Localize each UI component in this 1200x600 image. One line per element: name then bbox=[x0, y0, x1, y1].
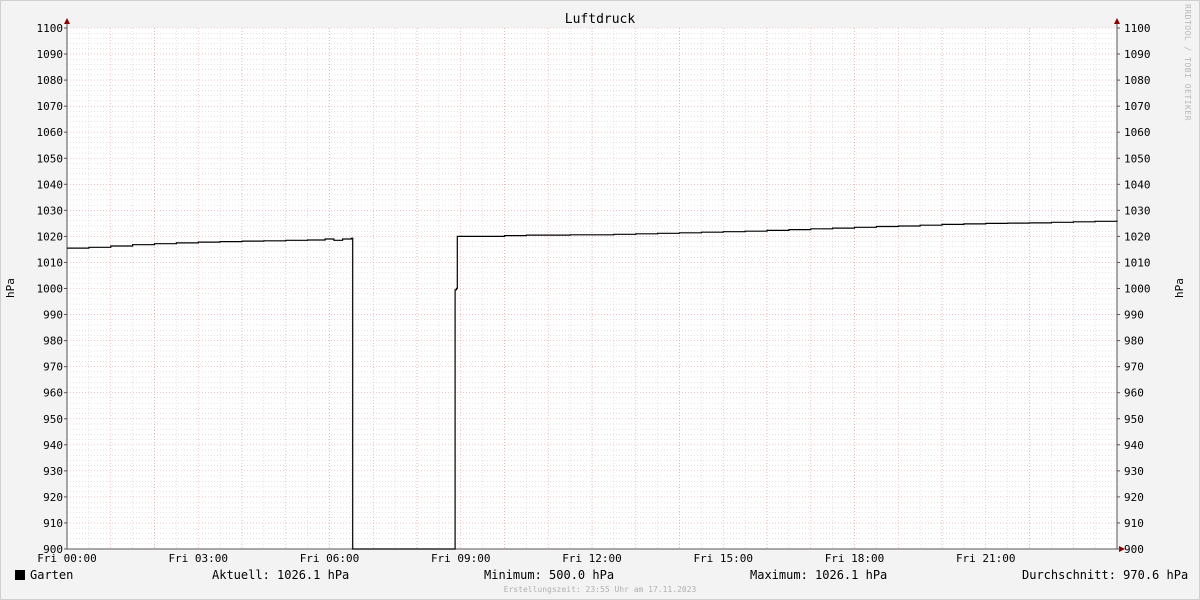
y-tick-label-left: 1000 bbox=[37, 283, 64, 296]
y-tick-label-right: 1090 bbox=[1124, 48, 1151, 61]
x-tick-label: Fri 09:00 bbox=[431, 552, 491, 565]
y-tick-label-right: 1100 bbox=[1124, 22, 1151, 35]
y-tick-label-right: 970 bbox=[1124, 361, 1144, 374]
y-tick-label-right: 940 bbox=[1124, 439, 1144, 452]
y-tick-label-left: 960 bbox=[43, 387, 63, 400]
y-tick-label-left: 930 bbox=[43, 465, 63, 478]
y-tick-label-right: 1060 bbox=[1124, 126, 1151, 139]
rrdtool-watermark: RRDTOOL / TOBI OETIKER bbox=[1183, 4, 1192, 121]
x-tick-label: Fri 06:00 bbox=[300, 552, 360, 565]
y-tick-label-right: 1050 bbox=[1124, 152, 1151, 165]
y-tick-label-right: 930 bbox=[1124, 465, 1144, 478]
y-tick-label-left: 1050 bbox=[37, 152, 64, 165]
creation-time-footer: Erstellungszeit: 23:55 Uhr am 17.11.2023 bbox=[503, 585, 697, 594]
y-tick-label-left: 1100 bbox=[37, 22, 64, 35]
y-tick-label-left: 1080 bbox=[37, 74, 64, 87]
x-tick-label: Fri 00:00 bbox=[37, 552, 97, 565]
y-tick-label-left: 910 bbox=[43, 517, 63, 530]
chart-title: Luftdruck bbox=[565, 12, 636, 27]
y-tick-label-right: 1020 bbox=[1124, 230, 1151, 243]
y-tick-label-right: 950 bbox=[1124, 413, 1144, 426]
y-tick-label-left: 1030 bbox=[37, 204, 64, 217]
legend-current: Aktuell: 1026.1 hPa bbox=[212, 568, 350, 582]
y-axis-label-right: hPa bbox=[1173, 278, 1186, 298]
legend-swatch-garten bbox=[15, 570, 25, 580]
y-tick-label-left: 1060 bbox=[37, 126, 64, 139]
y-tick-label-right: 910 bbox=[1124, 517, 1144, 530]
y-tick-label-left: 920 bbox=[43, 491, 63, 504]
y-tick-label-left: 950 bbox=[43, 413, 63, 426]
x-tick-label: Fri 12:00 bbox=[562, 552, 622, 565]
legend-average: Durchschnitt: 970.6 hPa bbox=[1022, 568, 1189, 582]
y-tick-label-right: 960 bbox=[1124, 387, 1144, 400]
y-tick-label-left: 1070 bbox=[37, 100, 64, 113]
y-tick-label-left: 1010 bbox=[37, 256, 64, 269]
pressure-chart: 900 900910 910920 920930 930940 940950 950960 9… bbox=[4, 12, 1186, 565]
x-tick-label: Fri 21:00 bbox=[956, 552, 1016, 565]
y-tick-label-right: 1000 bbox=[1124, 283, 1151, 296]
legend-maximum: Maximum: 1026.1 hPa bbox=[750, 568, 888, 582]
y-tick-label-left: 940 bbox=[43, 439, 63, 452]
y-axis-arrow-right bbox=[1114, 18, 1120, 24]
legend-minimum: Minimum: 500.0 hPa bbox=[484, 568, 615, 582]
x-tick-label: Fri 15:00 bbox=[693, 552, 753, 565]
y-tick-label-right: 1070 bbox=[1124, 100, 1151, 113]
y-axis-arrow-left bbox=[64, 18, 70, 24]
y-tick-label-left: 970 bbox=[43, 361, 63, 374]
y-tick-label-right: 920 bbox=[1124, 491, 1144, 504]
y-tick-label-right: 1010 bbox=[1124, 256, 1151, 269]
y-tick-label-right: 1040 bbox=[1124, 178, 1151, 191]
x-tick-label: Fri 03:00 bbox=[168, 552, 228, 565]
y-tick-label-left: 990 bbox=[43, 309, 63, 322]
legend-series-name: Garten bbox=[30, 568, 74, 582]
y-axis-label-left: hPa bbox=[4, 278, 17, 298]
y-tick-label-left: 1040 bbox=[37, 178, 64, 191]
x-tick-label: Fri 18:00 bbox=[825, 552, 885, 565]
y-tick-label-right: 980 bbox=[1124, 335, 1144, 348]
y-tick-label-left: 1090 bbox=[37, 48, 64, 61]
y-tick-label-right: 900 bbox=[1124, 543, 1144, 556]
y-tick-label-right: 1030 bbox=[1124, 204, 1151, 217]
y-tick-label-left: 1020 bbox=[37, 230, 64, 243]
y-tick-label-right: 990 bbox=[1124, 309, 1144, 322]
y-tick-label-left: 980 bbox=[43, 335, 63, 348]
y-tick-label-right: 1080 bbox=[1124, 74, 1151, 87]
